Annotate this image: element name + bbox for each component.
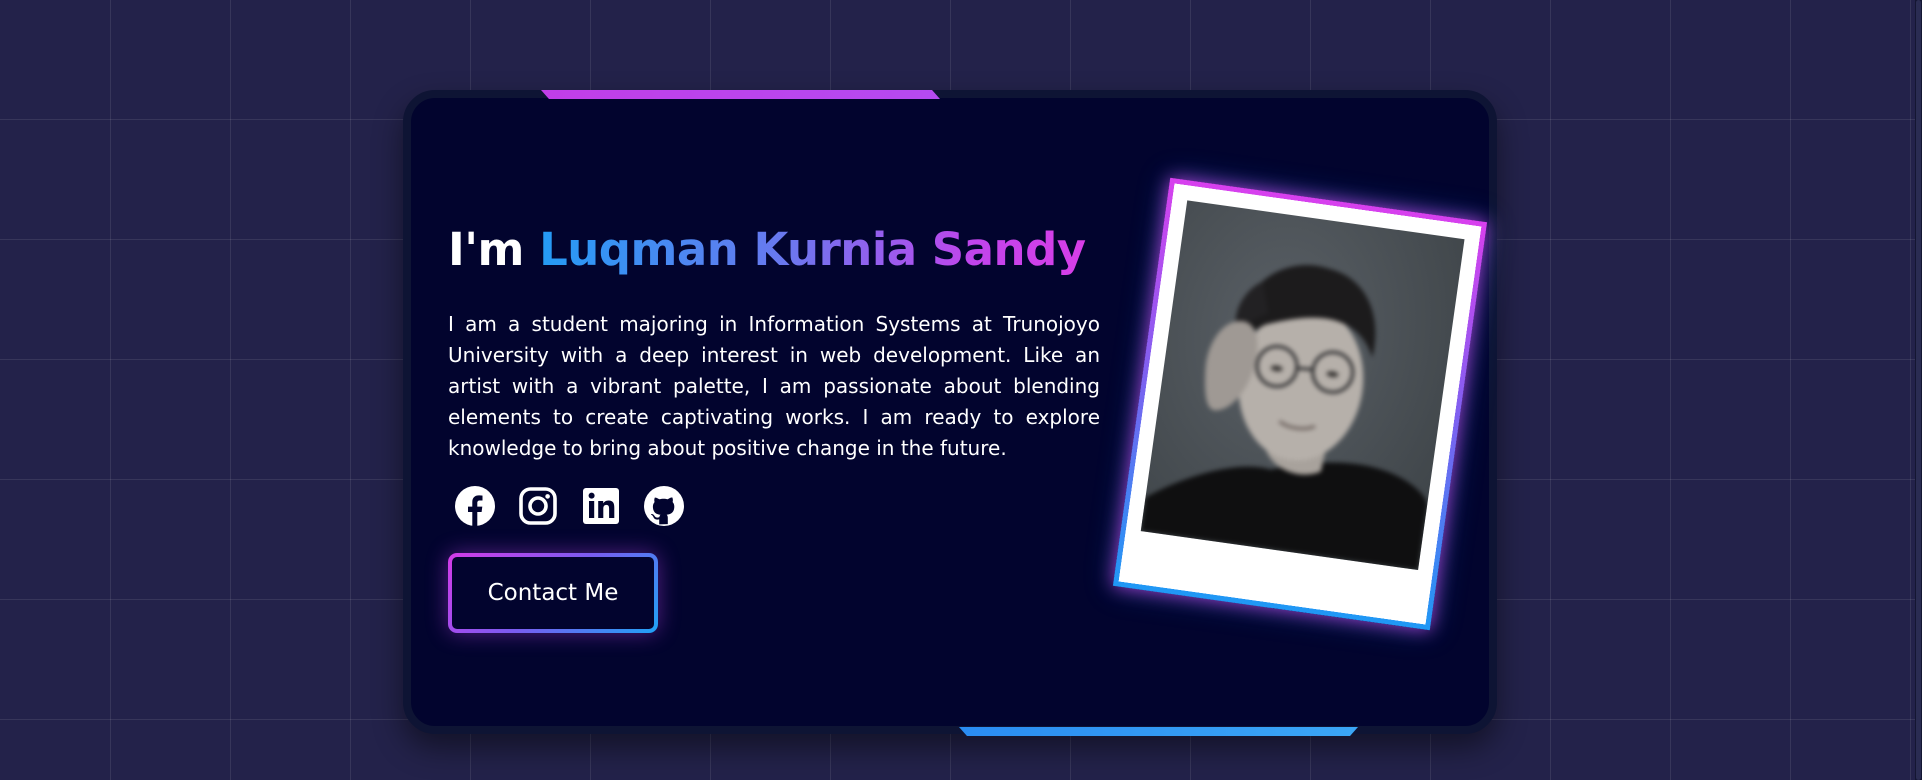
profile-photo-image (1140, 265, 1427, 571)
facebook-icon (455, 486, 495, 526)
instagram-link[interactable] (517, 485, 559, 527)
card-accent-bottom (959, 727, 1358, 736)
profile-photo (1140, 200, 1465, 571)
profile-photo-frame (1112, 177, 1488, 631)
hero-bio: I am a student majoring in Information S… (448, 312, 1100, 460)
social-links (454, 485, 685, 527)
scrollbar-thumb[interactable] (1916, 0, 1921, 780)
hero-title: I'm Luqman Kurnia Sandy (448, 222, 1086, 278)
github-icon (644, 486, 684, 526)
card-accent-top (541, 90, 940, 99)
github-link[interactable] (643, 485, 685, 527)
facebook-link[interactable] (454, 485, 496, 527)
linkedin-link[interactable] (580, 485, 622, 527)
hero-greeting: I'm (448, 223, 524, 276)
scrollbar-track[interactable] (1915, 0, 1922, 780)
polaroid-card (1112, 177, 1488, 631)
instagram-icon (519, 487, 557, 525)
hero-name: Luqman Kurnia Sandy (539, 223, 1086, 276)
contact-me-button[interactable]: Contact Me (448, 553, 658, 633)
linkedin-icon (583, 488, 619, 524)
